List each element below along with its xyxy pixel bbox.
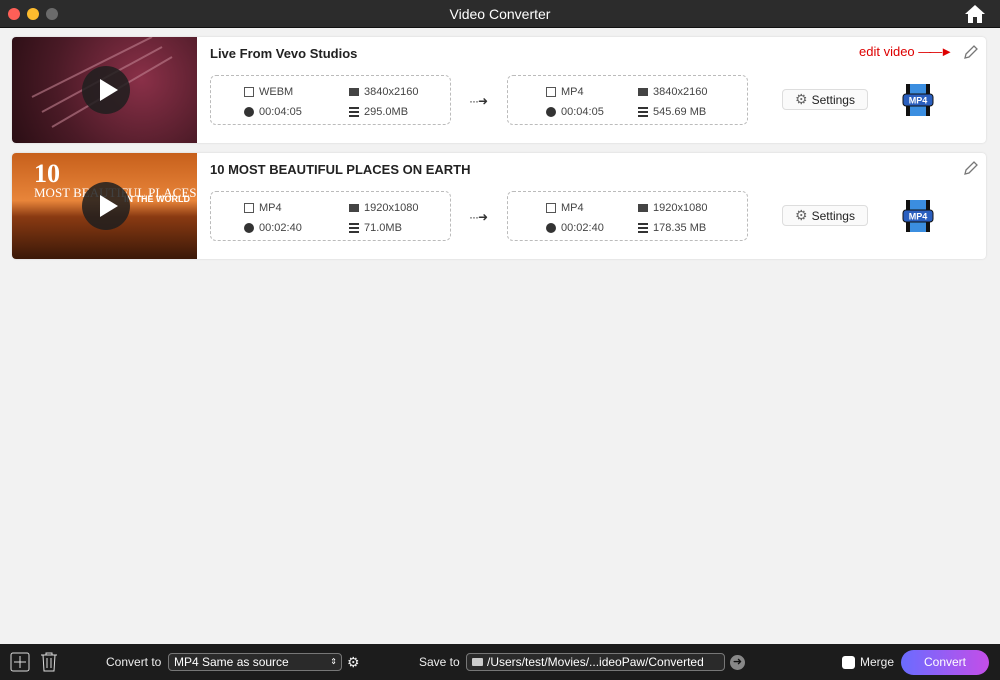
source-duration: 00:02:40 [259, 222, 302, 234]
film-icon [244, 87, 254, 97]
format-badge-text: MP4 [909, 212, 928, 222]
target-info: MP4 3840x2160 00:04:05 545.69 MB [507, 75, 748, 125]
convert-arrow-icon: ···➜ [469, 210, 488, 224]
edit-pencil-icon[interactable] [962, 45, 978, 61]
close-window-button[interactable] [8, 8, 20, 20]
video-item: 10 MOST BEAUTIFUL PLACES IN THE WORLD 10… [12, 153, 986, 259]
source-info: MP4 1920x1080 00:02:40 71.0MB [210, 191, 451, 241]
convert-to-value: MP4 Same as source [174, 655, 289, 669]
clock-icon [546, 223, 556, 233]
target-format: MP4 [561, 86, 584, 98]
video-title: 10 MOST BEAUTIFUL PLACES ON EARTH [210, 162, 471, 177]
target-info: MP4 1920x1080 00:02:40 178.35 MB [507, 191, 748, 241]
clock-icon [244, 223, 254, 233]
save-to-path: /Users/test/Movies/...ideoPaw/Converted [487, 655, 704, 669]
source-duration: 00:04:05 [259, 106, 302, 118]
video-thumbnail[interactable]: 10 MOST BEAUTIFUL PLACES IN THE WORLD [12, 153, 197, 259]
film-icon [244, 203, 254, 213]
settings-label: Settings [811, 208, 855, 223]
monitor-icon [638, 204, 648, 212]
open-folder-arrow-icon[interactable]: ➜ [730, 655, 745, 670]
play-button[interactable] [82, 66, 130, 114]
bottom-toolbar: Convert to MP4 Same as source ⇕ ⚙ Save to… [0, 644, 1000, 680]
select-chevron-icon: ⇕ [330, 657, 337, 666]
monitor-icon [638, 88, 648, 96]
mp4-format-icon[interactable]: MP4 [902, 200, 934, 232]
minimize-window-button[interactable] [27, 8, 39, 20]
target-duration: 00:04:05 [561, 106, 604, 118]
target-format: MP4 [561, 202, 584, 214]
target-resolution: 1920x1080 [653, 202, 708, 214]
target-size: 178.35 MB [653, 222, 707, 234]
save-to-label: Save to [419, 655, 460, 669]
source-resolution: 1920x1080 [364, 202, 419, 214]
play-button[interactable] [82, 182, 130, 230]
gear-icon: ⚙ [795, 91, 808, 107]
film-icon [546, 87, 556, 97]
source-size: 71.0MB [364, 222, 402, 234]
zoom-window-button[interactable] [46, 8, 58, 20]
edit-pencil-icon[interactable] [962, 161, 978, 177]
database-icon [349, 107, 359, 117]
video-thumbnail[interactable] [12, 37, 197, 143]
settings-button[interactable]: ⚙ Settings [782, 89, 868, 110]
monitor-icon [349, 88, 359, 96]
merge-label: Merge [860, 655, 895, 669]
convert-to-label: Convert to [106, 655, 162, 669]
source-format: WEBM [259, 86, 294, 98]
thumbnail-text: IN THE WORLD [124, 194, 190, 204]
mp4-format-icon[interactable]: MP4 [902, 84, 934, 116]
trash-icon[interactable] [40, 652, 58, 672]
convert-button[interactable]: Convert [901, 650, 989, 675]
convert-arrow-icon: ···➜ [469, 94, 488, 108]
edit-video-annotation: edit video ——► [859, 44, 953, 59]
save-to-path-field[interactable]: /Users/test/Movies/...ideoPaw/Converted [466, 653, 725, 671]
source-size: 295.0MB [364, 106, 409, 118]
video-item: Live From Vevo Studios edit video ——► WE… [12, 37, 986, 143]
database-icon [349, 223, 359, 233]
title-bar: Video Converter [0, 0, 1000, 28]
home-icon[interactable] [964, 4, 986, 24]
target-duration: 00:02:40 [561, 222, 604, 234]
format-settings-gear-icon[interactable]: ⚙ [347, 644, 360, 680]
window-title: Video Converter [449, 6, 551, 22]
format-badge-text: MP4 [909, 96, 928, 106]
source-format: MP4 [259, 202, 282, 214]
source-info: WEBM 3840x2160 00:04:05 295.0MB [210, 75, 451, 125]
film-icon [546, 203, 556, 213]
monitor-icon [349, 204, 359, 212]
database-icon [638, 223, 648, 233]
annotation-text: edit video [859, 44, 915, 59]
clock-icon [244, 107, 254, 117]
database-icon [638, 107, 648, 117]
clock-icon [546, 107, 556, 117]
source-resolution: 3840x2160 [364, 86, 419, 98]
gear-icon: ⚙ [795, 207, 808, 223]
settings-label: Settings [811, 92, 855, 107]
convert-to-select[interactable]: MP4 Same as source ⇕ [168, 653, 342, 671]
target-size: 545.69 MB [653, 106, 707, 118]
merge-checkbox[interactable] [842, 656, 855, 669]
target-resolution: 3840x2160 [653, 86, 708, 98]
add-file-icon[interactable] [10, 652, 30, 672]
folder-icon [472, 658, 483, 666]
settings-button[interactable]: ⚙ Settings [782, 205, 868, 226]
video-title: Live From Vevo Studios [210, 46, 358, 61]
